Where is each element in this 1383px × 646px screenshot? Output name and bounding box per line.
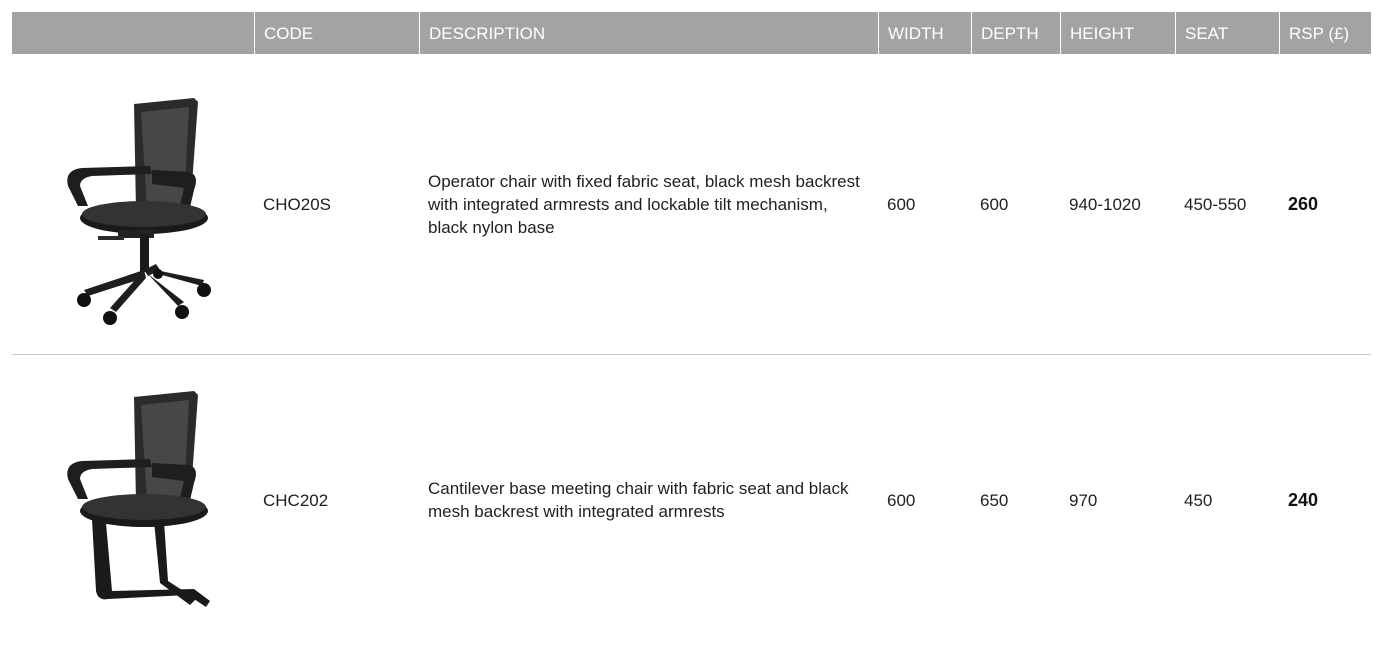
product-price: 240 (1288, 489, 1319, 510)
product-image-cell (12, 355, 254, 645)
cantilever-chair-image (67, 391, 210, 607)
product-description: Cantilever base meeting chair with fabri… (428, 479, 849, 521)
header-depth: DEPTH (971, 12, 1060, 54)
product-seat: 450-550 (1184, 194, 1247, 214)
header-seat: SEAT (1175, 12, 1279, 54)
operator-chair-image (67, 98, 211, 325)
product-table: CODE DESCRIPTION WIDTH DEPTH HEIGHT SEAT… (12, 12, 1371, 645)
product-depth: 600 (980, 194, 1009, 214)
product-code: CHO20S (263, 194, 332, 214)
product-description: Operator chair with fixed fabric seat, b… (428, 171, 860, 237)
product-seat: 450 (1184, 490, 1213, 510)
header-description: DESCRIPTION (419, 12, 878, 54)
product-code: CHC202 (263, 490, 329, 510)
product-depth: 650 (980, 490, 1009, 510)
table-header: CODE DESCRIPTION WIDTH DEPTH HEIGHT SEAT… (12, 12, 1371, 54)
header-width: WIDTH (878, 12, 971, 54)
header-code: CODE (254, 12, 419, 54)
product-price: 260 (1288, 193, 1319, 214)
table-row: CHC202 Cantilever base meeting chair wit… (12, 355, 1371, 645)
table-row: CHO20S Operator chair with fixed fabric … (12, 54, 1371, 355)
header-height: HEIGHT (1060, 12, 1175, 54)
product-width: 600 (887, 194, 916, 214)
product-image-cell (12, 54, 254, 354)
header-rsp: RSP (£) (1279, 12, 1371, 54)
header-image (12, 12, 254, 54)
product-height: 970 (1069, 490, 1098, 510)
product-height: 940-1020 (1069, 194, 1141, 214)
product-width: 600 (887, 490, 916, 510)
